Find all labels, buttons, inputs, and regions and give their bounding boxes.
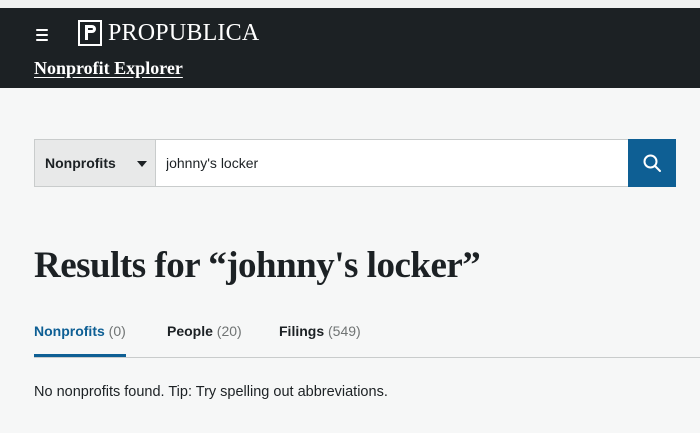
site-header: PROPUBLICA Nonprofit Explorer <box>0 8 700 88</box>
tab-count: (20) <box>216 323 242 339</box>
tab-people[interactable]: People (20) <box>167 323 242 339</box>
tab-count: (0) <box>108 323 126 339</box>
search-type-select[interactable]: Nonprofits <box>34 139 155 187</box>
no-results-message: No nonprofits found. Tip: Try spelling o… <box>34 384 388 400</box>
brand-logo-text[interactable]: PROPUBLICA <box>108 20 259 47</box>
tab-nonprofits[interactable]: Nonprofits (0) <box>34 323 126 357</box>
search-input[interactable] <box>155 139 628 187</box>
nonprofit-explorer-link[interactable]: Nonprofit Explorer <box>34 58 183 79</box>
tab-label: People <box>167 323 213 339</box>
results-tabs: Nonprofits (0) People (20) Filings (549) <box>34 323 700 358</box>
hamburger-menu-icon[interactable] <box>34 27 50 41</box>
tab-count: (549) <box>328 323 361 339</box>
search-bar: Nonprofits <box>34 139 676 187</box>
propublica-logo-icon[interactable] <box>78 20 102 46</box>
chevron-down-icon <box>137 161 147 167</box>
tab-filings[interactable]: Filings (549) <box>279 323 361 339</box>
results-title: Results for “johnny's locker” <box>34 245 481 286</box>
search-button[interactable] <box>628 139 676 187</box>
search-icon <box>643 154 661 172</box>
tab-label: Filings <box>279 323 325 339</box>
browser-top-strip <box>0 0 700 8</box>
tab-label: Nonprofits <box>34 323 105 339</box>
search-type-label: Nonprofits <box>45 155 116 171</box>
